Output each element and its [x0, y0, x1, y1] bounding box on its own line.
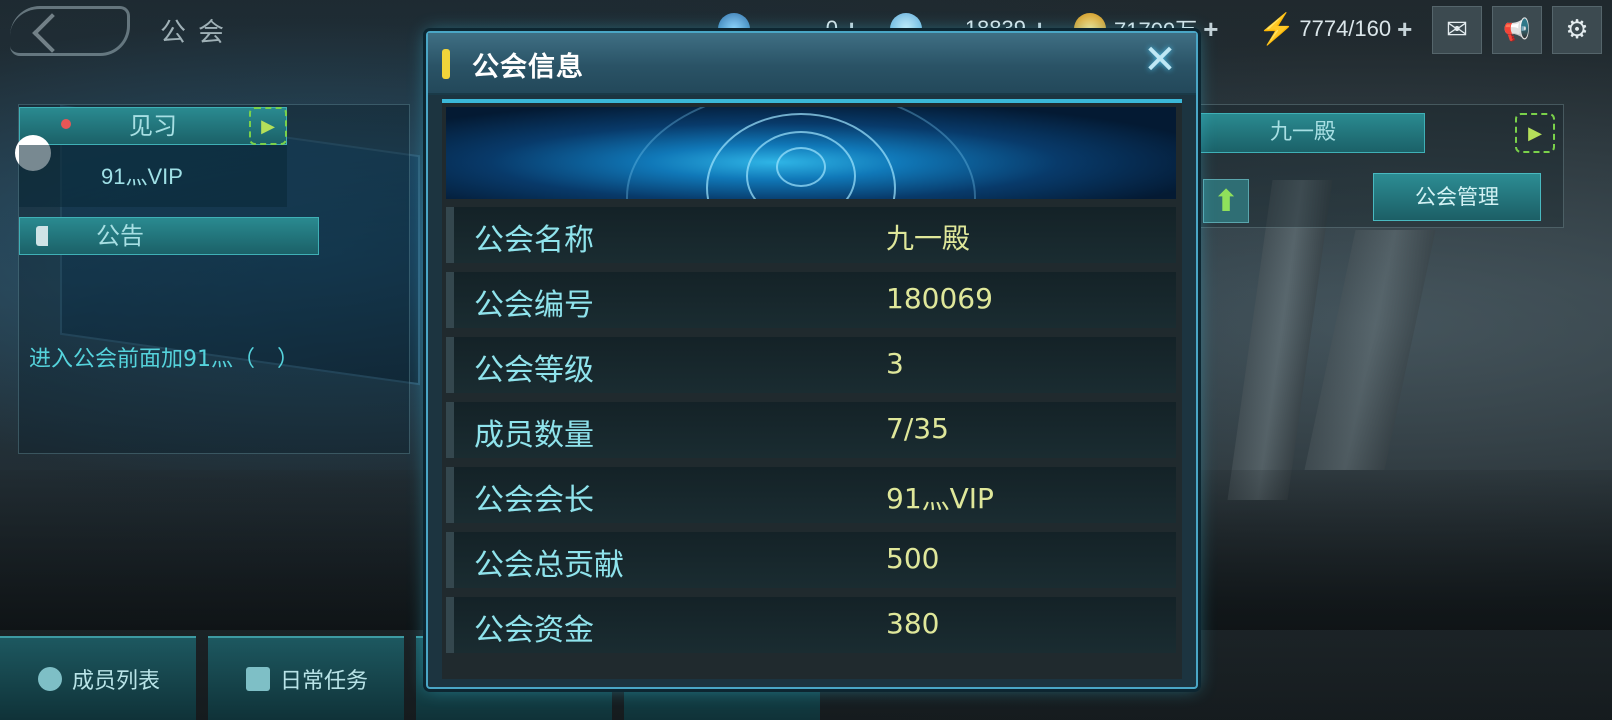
page-title: 公会 — [160, 18, 237, 48]
megaphone-icon: 📢 — [1503, 17, 1531, 43]
info-value: 91灬VIP — [886, 482, 994, 515]
info-row-member-count: 成员数量 7/35 — [446, 402, 1176, 458]
notification-dot — [61, 119, 71, 129]
close-button[interactable]: ✕ — [1140, 40, 1180, 81]
tab-label: 日常任务 — [280, 669, 369, 694]
add-energy-button[interactable]: + — [1397, 14, 1412, 45]
person-icon — [38, 667, 62, 691]
tab-label: 成员列表 — [72, 669, 161, 694]
gear-icon: ⚙ — [1565, 15, 1589, 45]
info-label: 公会总贡献 — [474, 548, 624, 583]
info-label: 公会等级 — [474, 353, 594, 388]
info-value: 180069 — [886, 282, 993, 315]
info-row-guild-id: 公会编号 180069 — [446, 272, 1176, 328]
info-value: 九一殿 — [886, 222, 971, 255]
add-gold-button[interactable]: + — [1203, 14, 1218, 45]
member-name: 91灬VIP — [19, 145, 287, 207]
info-label: 公会编号 — [474, 288, 594, 323]
dialog-header: 公会信息 ✕ — [428, 33, 1196, 95]
mail-button[interactable]: ✉ — [1432, 6, 1482, 54]
energy-count: 7774/160 — [1299, 16, 1392, 41]
background-pillar — [1304, 230, 1436, 470]
divider — [442, 99, 1182, 103]
info-row-guild-leader: 公会会长 91灬VIP — [446, 467, 1176, 523]
lightning-icon: ⚡ — [1258, 12, 1296, 46]
dialog-title: 公会信息 — [472, 52, 584, 83]
announcement-button[interactable]: 📢 — [1492, 6, 1542, 54]
resource-energy: ⚡ 7774/160 + — [1258, 12, 1412, 46]
info-row-guild-level: 公会等级 3 — [446, 337, 1176, 393]
guild-info-list: 公会名称 九一殿 公会编号 180069 公会等级 3 成员数量 7/35 公会… — [446, 207, 1176, 662]
rank-play-icon[interactable]: ▶ — [249, 107, 287, 145]
info-label: 公会名称 — [474, 223, 594, 258]
settings-button[interactable]: ⚙ — [1552, 6, 1602, 54]
megaphone-icon — [36, 226, 64, 246]
guild-banner-image — [446, 107, 1176, 199]
back-button[interactable] — [10, 6, 130, 56]
member-panel: 见习 ▶ 91灬VIP 公告 进入公会前面加91灬（ ） — [15, 104, 410, 454]
info-value: 3 — [886, 347, 904, 380]
rank-tab[interactable]: 见习 — [19, 107, 287, 145]
info-value: 7/35 — [886, 412, 949, 445]
arrow-up-icon[interactable]: ⬆ — [1203, 179, 1249, 223]
info-label: 公会会长 — [474, 483, 594, 518]
guild-manage-button[interactable]: 公会管理 — [1373, 173, 1541, 221]
tab-member-list[interactable]: 成员列表 — [0, 636, 196, 720]
guild-info-dialog: 公会信息 ✕ 公会名称 九一殿 公会编号 180069 公会等级 3 成员数量 … — [426, 31, 1198, 689]
info-label: 公会资金 — [474, 613, 594, 648]
dialog-body: 公会名称 九一殿 公会编号 180069 公会等级 3 成员数量 7/35 公会… — [442, 99, 1182, 679]
notice-text: 进入公会前面加91灬（ ） — [29, 347, 299, 372]
notice-tab[interactable]: 公告 — [19, 217, 319, 255]
envelope-icon: ✉ — [1446, 15, 1468, 45]
title-accent-bar — [442, 49, 450, 79]
guild-panel: 九一殿 ▶ ⬆ 公会管理 — [1176, 104, 1564, 228]
info-row-guild-funds: 公会资金 380 — [446, 597, 1176, 653]
notice-label: 公告 — [96, 222, 144, 250]
checklist-icon — [246, 667, 270, 691]
info-row-total-contribution: 公会总贡献 500 — [446, 532, 1176, 588]
guild-play-icon[interactable]: ▶ — [1515, 113, 1555, 153]
info-label: 成员数量 — [474, 418, 594, 453]
info-value: 500 — [886, 542, 940, 575]
tab-daily-tasks[interactable]: 日常任务 — [208, 636, 404, 720]
info-row-guild-name: 公会名称 九一殿 — [446, 207, 1176, 263]
guild-name-tab[interactable]: 九一殿 — [1181, 113, 1425, 153]
info-value: 380 — [886, 607, 940, 640]
